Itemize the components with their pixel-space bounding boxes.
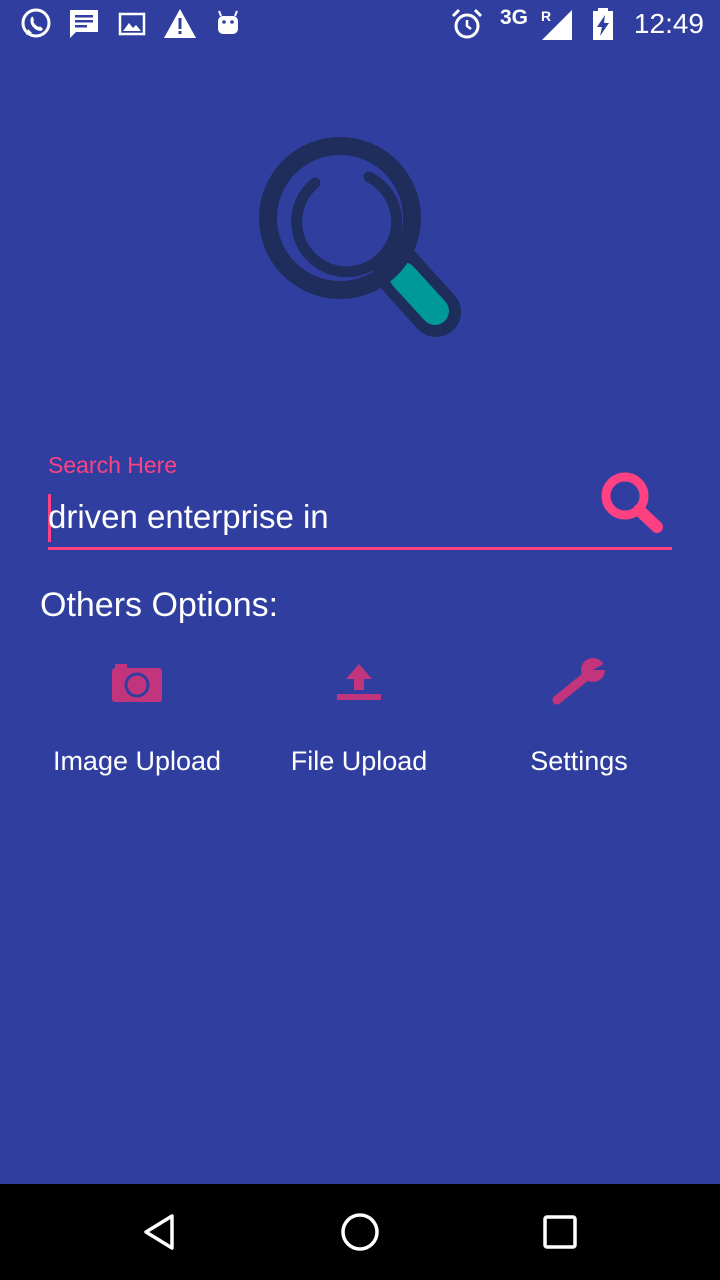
image-upload-option[interactable]: Image Upload bbox=[27, 650, 247, 790]
settings-label: Settings bbox=[530, 746, 628, 776]
back-icon[interactable] bbox=[136, 1208, 184, 1256]
search-input-value[interactable]: driven enterprise in bbox=[48, 498, 329, 536]
search-label: Search Here bbox=[48, 452, 178, 478]
image-upload-label: Image Upload bbox=[52, 746, 222, 776]
whatsapp-icon bbox=[18, 6, 54, 42]
settings-option[interactable]: Settings bbox=[469, 650, 689, 790]
clock: 12:49 bbox=[633, 8, 704, 39]
search-icon bbox=[601, 472, 663, 533]
others-options-heading: Others Options: bbox=[40, 586, 279, 624]
message-icon bbox=[66, 6, 102, 42]
android-icon bbox=[210, 6, 246, 42]
navigation-bar bbox=[0, 1184, 720, 1280]
camera-icon bbox=[112, 664, 162, 702]
upload-icon bbox=[337, 664, 381, 700]
app-logo-magnifier-icon bbox=[250, 130, 470, 350]
file-upload-option[interactable]: File Upload bbox=[249, 650, 469, 790]
alarm-icon bbox=[449, 6, 485, 42]
network-type: 3G bbox=[500, 6, 529, 29]
image-icon bbox=[114, 6, 150, 42]
file-upload-label: File Upload bbox=[290, 746, 428, 776]
search-input[interactable]: driven enterprise in bbox=[48, 494, 672, 550]
signal-icon bbox=[538, 6, 574, 42]
wrench-icon bbox=[552, 658, 609, 705]
battery-charging-icon bbox=[585, 6, 621, 42]
recents-icon[interactable] bbox=[536, 1208, 584, 1256]
status-bar: 3G R 12:49 bbox=[0, 0, 720, 48]
warning-icon bbox=[162, 6, 198, 42]
search-button[interactable] bbox=[592, 464, 672, 544]
home-icon[interactable] bbox=[336, 1208, 384, 1256]
